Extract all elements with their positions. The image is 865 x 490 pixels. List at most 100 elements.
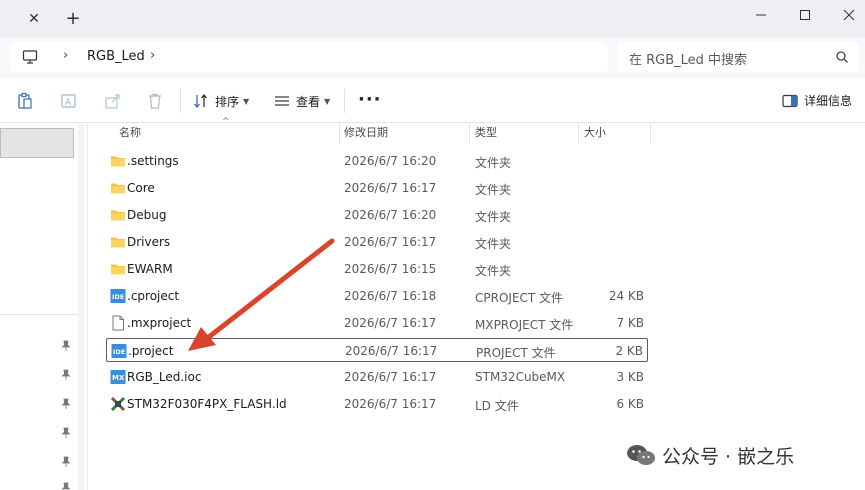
computer-icon[interactable]: [22, 49, 38, 65]
watermark: 公众号 · 嵌之乐: [626, 442, 794, 468]
file-type: 文件夹: [475, 210, 512, 224]
details-label: 详细信息: [804, 94, 853, 108]
file-row[interactable]: Debug 2026/6/7 16:20 文件夹: [106, 203, 648, 227]
file-modified-date: 2026/6/7 16:20: [344, 154, 437, 168]
file-size: 3 KB: [616, 370, 644, 384]
chevron-down-icon: ▼: [243, 96, 250, 106]
toolbar-divider: [344, 89, 345, 113]
mx-file-icon: MX: [110, 369, 126, 385]
file-row[interactable]: IDE .cproject 2026/6/7 16:18 CPROJECT 文件 24 …: [106, 284, 648, 308]
file-modified-date: 2026/6/7 16:18: [344, 289, 437, 303]
file-modified-date: 2026/6/7 16:17: [344, 370, 437, 384]
column-header-date[interactable]: 修改日期: [344, 124, 388, 144]
view-label: 查看: [296, 94, 321, 109]
file-modified-date: 2026/6/7 16:17: [344, 397, 437, 411]
sort-icon: [194, 93, 207, 109]
folder-icon: [110, 180, 126, 196]
address-bar[interactable]: › RGB_Led ›: [10, 42, 608, 72]
column-header-size[interactable]: 大小: [584, 124, 606, 144]
pin-icon[interactable]: [60, 456, 72, 468]
address-row: › RGB_Led › 在 RGB_Led 中搜索: [0, 38, 865, 78]
file-type: 文件夹: [475, 156, 512, 170]
watermark-text: 公众号 · 嵌之乐: [662, 445, 795, 468]
file-name: EWARM: [127, 262, 173, 276]
file-row[interactable]: .settings 2026/6/7 16:20 文件夹: [106, 149, 648, 173]
file-row[interactable]: Core 2026/6/7 16:17 文件夹: [106, 176, 648, 200]
breadcrumb-item[interactable]: RGB_Led: [87, 49, 145, 64]
file-row[interactable]: IDE .project 2026/6/7 16:17 PROJECT 文件 2 KB: [106, 338, 648, 362]
close-icon[interactable]: [826, 0, 865, 30]
pin-icon[interactable]: [60, 340, 72, 352]
file-row[interactable]: STM32F030F4PX_FLASH.ld 2026/6/7 16:17 LD 文…: [106, 392, 648, 416]
column-divider[interactable]: [339, 122, 340, 144]
chevron-right-icon[interactable]: ›: [63, 48, 68, 63]
file-row[interactable]: .mxproject 2026/6/7 16:17 MXPROJECT 文件 7 KB: [106, 311, 648, 335]
sort-button[interactable]: 排序 ▼: [193, 91, 249, 111]
nav-divider: [0, 314, 80, 315]
wechat-icon: [627, 445, 655, 465]
search-icon[interactable]: [835, 50, 849, 64]
minimize-icon[interactable]: [738, 0, 784, 30]
column-divider[interactable]: [469, 122, 470, 144]
command-bar: A 排序 ▼ 查看 ▼ ··· 详细信息: [0, 79, 865, 123]
sort-ascending-icon: ^: [222, 117, 230, 127]
svg-text:IDE: IDE: [113, 348, 125, 356]
chevron-down-icon: ▼: [324, 96, 331, 106]
ide-file-icon: IDE: [110, 288, 126, 304]
file-name: .cproject: [127, 289, 180, 303]
details-pane-icon: [782, 94, 798, 107]
search-input[interactable]: 在 RGB_Led 中搜索: [617, 42, 859, 72]
column-header-type[interactable]: 类型: [475, 124, 497, 144]
more-options-icon[interactable]: ···: [358, 89, 382, 110]
folder-icon: [110, 234, 126, 250]
ide-file-icon: IDE: [111, 343, 127, 359]
file-type: 文件夹: [475, 183, 512, 197]
file-name: Core: [127, 181, 155, 195]
file-type: MXPROJECT 文件: [475, 318, 574, 332]
file-type: 文件夹: [475, 264, 512, 278]
file-row[interactable]: EWARM 2026/6/7 16:15 文件夹: [106, 257, 648, 281]
file-name: RGB_Led.ioc: [127, 370, 202, 384]
file-name: STM32F030F4PX_FLASH.ld: [127, 397, 287, 411]
new-tab-icon[interactable]: +: [62, 8, 84, 30]
chevron-right-icon[interactable]: ›: [150, 48, 155, 63]
folder-icon: [110, 153, 126, 169]
file-name: .settings: [127, 154, 179, 168]
file-modified-date: 2026/6/7 16:17: [344, 316, 437, 330]
pin-icon[interactable]: [60, 369, 72, 381]
navigation-pane: [0, 124, 88, 490]
folder-icon: [110, 207, 126, 223]
file-name: .mxproject: [127, 316, 192, 330]
paste-icon[interactable]: [16, 92, 34, 110]
details-pane-button[interactable]: 详细信息: [782, 92, 852, 109]
column-header-name[interactable]: 名称: [119, 124, 141, 144]
nav-scrollbar[interactable]: [78, 124, 84, 490]
rename-icon[interactable]: A: [60, 92, 78, 110]
file-size: 6 KB: [616, 397, 644, 411]
svg-text:MX: MX: [112, 374, 125, 382]
search-placeholder: 在 RGB_Led 中搜索: [629, 53, 748, 68]
pin-icon[interactable]: [60, 398, 72, 410]
folder-icon: [110, 261, 126, 277]
pin-icon[interactable]: [60, 427, 72, 439]
file-type: PROJECT 文件: [476, 346, 556, 360]
delete-icon[interactable]: [146, 92, 164, 110]
view-icon: [275, 96, 289, 106]
tab-close-icon[interactable]: ✕: [24, 9, 44, 29]
pin-icon[interactable]: [60, 482, 72, 490]
nav-item-selected[interactable]: [0, 128, 74, 158]
blank-file-icon: [110, 315, 126, 331]
file-size: 2 KB: [615, 344, 643, 358]
sort-label: 排序: [215, 94, 240, 109]
file-size: 24 KB: [608, 289, 644, 303]
maximize-icon[interactable]: [782, 0, 828, 30]
view-button[interactable]: 查看 ▼: [274, 91, 330, 111]
share-icon[interactable]: [104, 92, 122, 110]
file-row[interactable]: Drivers 2026/6/7 16:17 文件夹: [106, 230, 648, 254]
column-divider[interactable]: [578, 122, 579, 144]
title-bar: ✕ +: [0, 0, 865, 38]
file-modified-date: 2026/6/7 16:15: [344, 262, 437, 276]
file-modified-date: 2026/6/7 16:17: [345, 344, 438, 358]
file-row[interactable]: MX RGB_Led.ioc 2026/6/7 16:17 STM32CubeMX 3 …: [106, 365, 648, 389]
column-divider[interactable]: [650, 122, 651, 144]
